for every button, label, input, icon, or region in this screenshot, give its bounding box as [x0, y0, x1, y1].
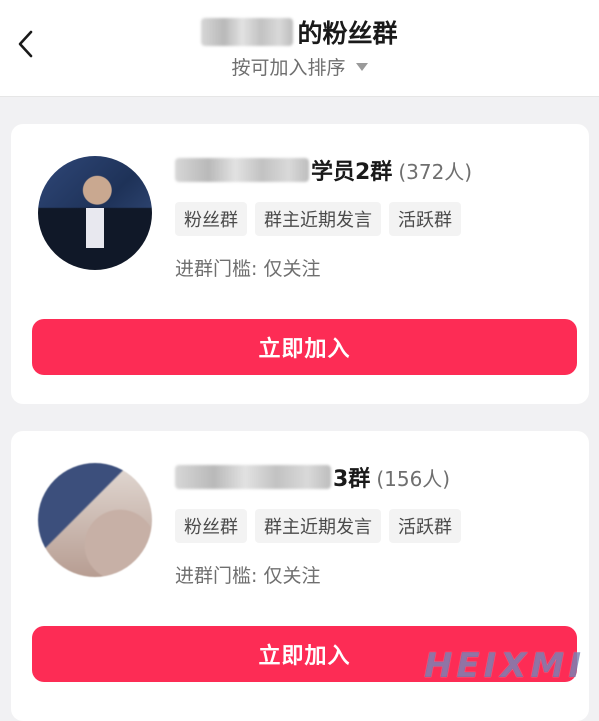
join-threshold: 进群门槛: 仅关注: [175, 258, 321, 280]
tag-owner-active: 群主近期发言: [255, 509, 381, 543]
group-card: 学员2群 (372人) 粉丝群 群主近期发言 活跃群 进群门槛: 仅关注 立即加…: [11, 124, 589, 404]
blurred-owner-name: [201, 18, 294, 46]
watermark-logo: HEIXMI: [423, 646, 585, 686]
page-title: 的粉丝群: [0, 10, 599, 54]
member-count: (372人): [398, 159, 473, 184]
group-name: 3群 (156人): [175, 461, 450, 493]
tag-active-group: 活跃群: [389, 202, 461, 236]
page-title-suffix: 的粉丝群: [297, 19, 398, 48]
sort-selector[interactable]: 按可加入排序: [0, 52, 599, 80]
sort-label: 按可加入排序: [231, 56, 346, 79]
tag-owner-active: 群主近期发言: [255, 202, 381, 236]
tag-active-group: 活跃群: [389, 509, 461, 543]
group-avatar: [38, 156, 152, 270]
tag-fan-group: 粉丝群: [175, 509, 247, 543]
top-bar: 的粉丝群 按可加入排序: [0, 0, 599, 97]
group-name-suffix: 3群: [333, 467, 371, 492]
group-avatar: [38, 463, 152, 577]
tag-fan-group: 粉丝群: [175, 202, 247, 236]
join-threshold: 进群门槛: 仅关注: [175, 565, 321, 587]
member-count: (156人): [376, 466, 451, 491]
join-button[interactable]: 立即加入: [32, 319, 577, 375]
caret-down-icon: [355, 63, 368, 71]
blurred-group-name: [175, 465, 331, 489]
blurred-group-name: [175, 158, 309, 182]
group-tags: 粉丝群 群主近期发言 活跃群: [175, 509, 461, 543]
group-tags: 粉丝群 群主近期发言 活跃群: [175, 202, 461, 236]
group-name-suffix: 学员2群: [311, 160, 393, 185]
group-name: 学员2群 (372人): [175, 154, 472, 186]
